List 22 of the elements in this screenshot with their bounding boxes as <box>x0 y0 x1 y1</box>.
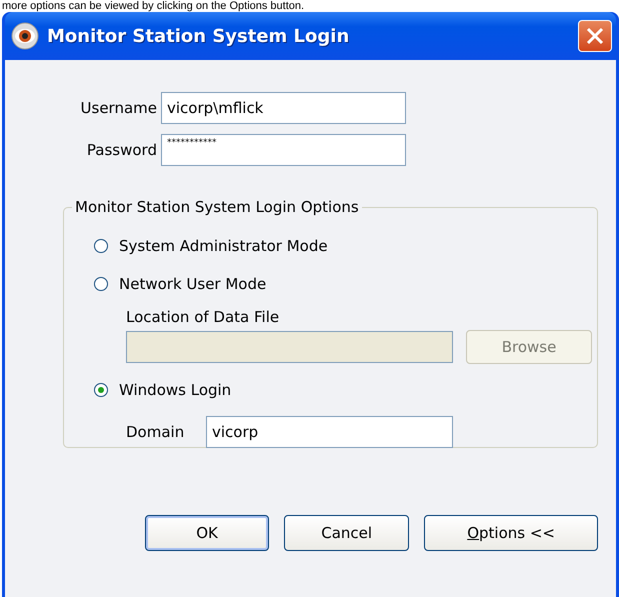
close-icon <box>585 26 605 46</box>
field-label: Username <box>80 99 158 117</box>
close-button[interactable] <box>578 20 612 52</box>
dialog-button[interactable]: OK <box>145 515 270 551</box>
domain-field[interactable]: vicorp <box>206 416 453 448</box>
radio-icon[interactable] <box>94 239 108 253</box>
field-label: Password <box>86 141 158 159</box>
group-title: Monitor Station System Login Options <box>74 198 360 216</box>
field-label: Domain <box>126 423 186 441</box>
username-field[interactable]: vicorp\mflick <box>161 92 406 124</box>
dialog-button[interactable]: Cancel <box>284 515 410 551</box>
password-field[interactable]: *********** <box>161 134 406 166</box>
window-title: Monitor Station System Login <box>47 26 350 46</box>
dialog-button[interactable]: Options << <box>424 515 598 551</box>
radio-option[interactable]: System Administrator Mode <box>94 234 597 258</box>
radio-option[interactable]: Windows Login <box>94 378 597 402</box>
eye-icon <box>11 22 39 50</box>
field-label: Location of Data File <box>126 308 280 326</box>
radio-icon[interactable] <box>94 277 108 291</box>
caption-text: more options can be viewed by clicking on the Options button. <box>1 0 304 12</box>
radio-option[interactable]: Network User Mode <box>94 272 597 296</box>
radio-icon[interactable] <box>94 383 108 397</box>
